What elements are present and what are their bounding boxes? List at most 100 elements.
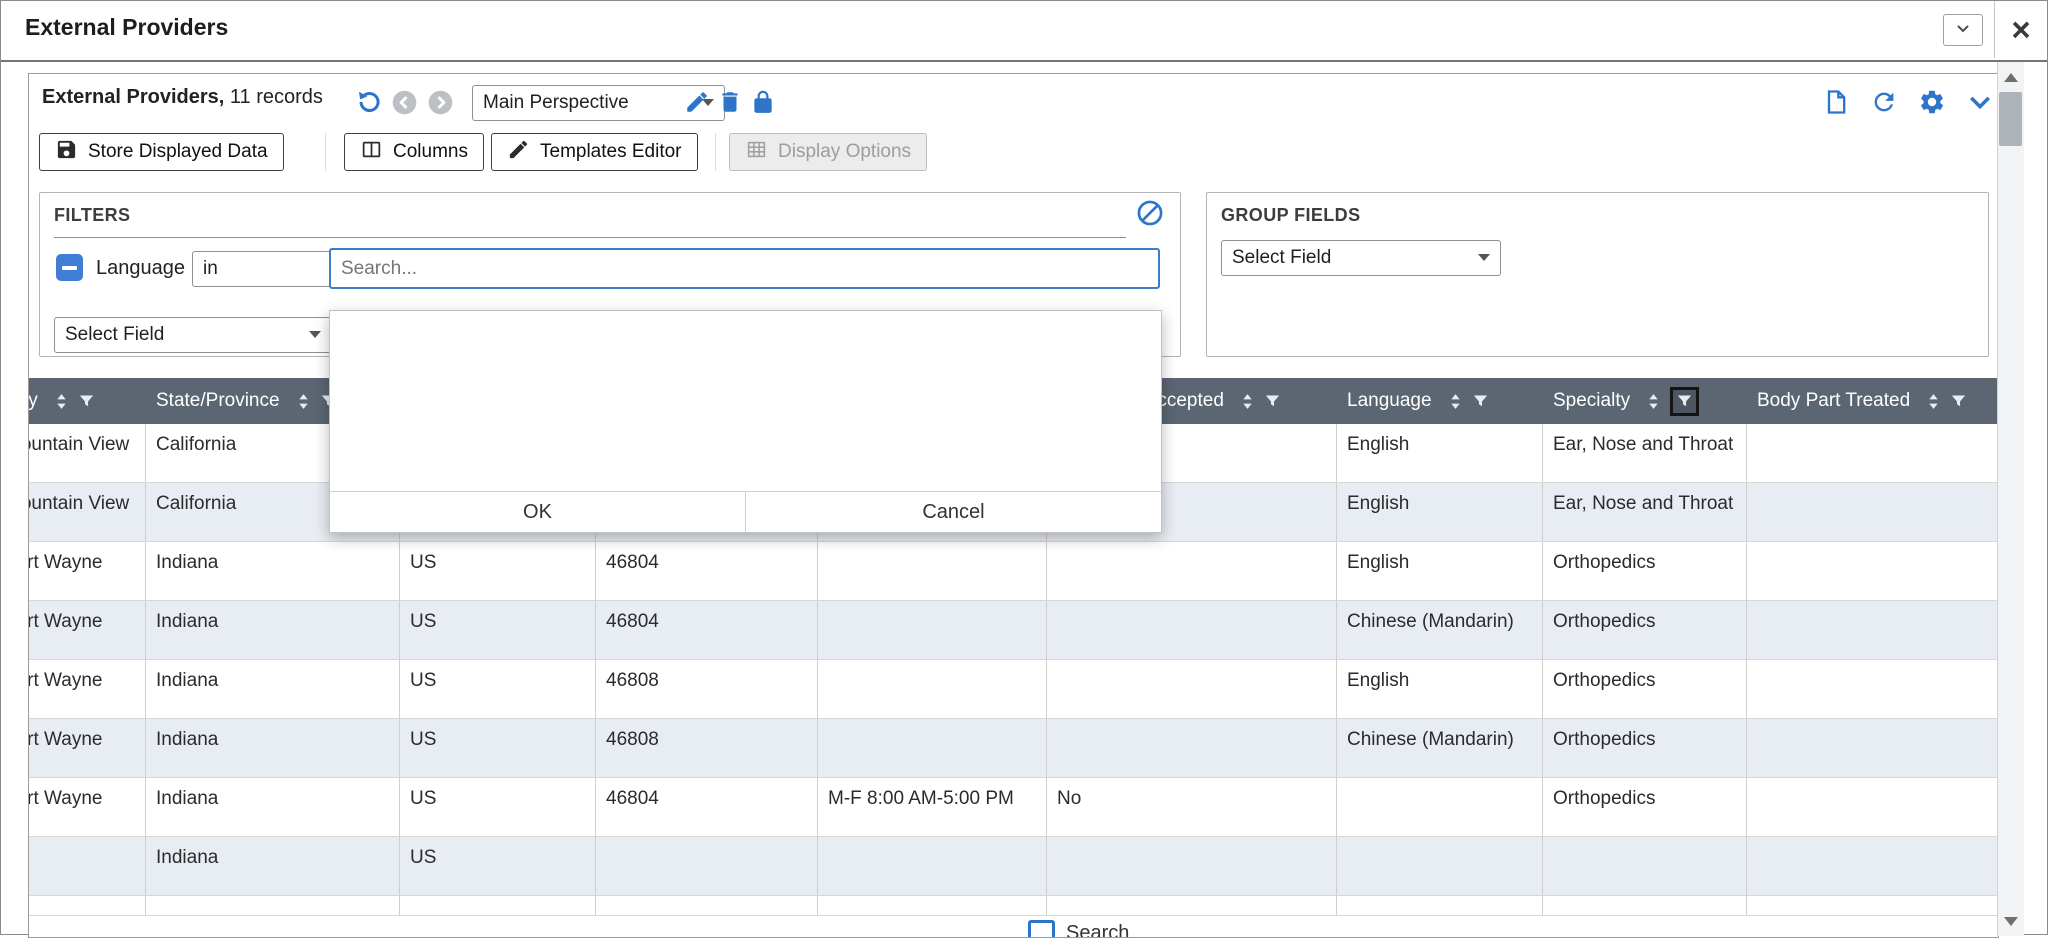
filter-add-field-value: Select Field bbox=[65, 324, 164, 346]
table-row[interactable]: Fort WayneIndianaUS46808Chinese (Mandari… bbox=[29, 719, 1998, 778]
column-header-icons bbox=[1238, 392, 1281, 411]
column-header-label: Language bbox=[1347, 390, 1432, 412]
table-cell bbox=[400, 896, 596, 915]
table-cell bbox=[1047, 896, 1337, 915]
scroll-down-button[interactable] bbox=[1998, 908, 2024, 934]
footer-search-label: Search bbox=[1066, 922, 1129, 938]
scrollbar-thumb[interactable] bbox=[1999, 92, 2022, 146]
table-cell bbox=[818, 719, 1047, 777]
column-header-city[interactable]: City bbox=[29, 378, 146, 424]
table-cell bbox=[29, 837, 146, 895]
column-header-specialty[interactable]: Specialty bbox=[1543, 378, 1747, 424]
table-cell: English bbox=[1337, 660, 1543, 718]
table-cell bbox=[29, 896, 146, 915]
table-cell: Orthopedics bbox=[1543, 542, 1747, 600]
column-header-icons bbox=[52, 392, 95, 411]
filter-icon[interactable] bbox=[1676, 393, 1693, 410]
gear-icon[interactable] bbox=[1918, 88, 1946, 116]
nav-back-icon[interactable] bbox=[391, 89, 418, 116]
lock-icon[interactable] bbox=[750, 89, 776, 115]
filter-icon[interactable] bbox=[1950, 393, 1967, 410]
table-cell: Indiana bbox=[146, 719, 400, 777]
filter-popup-options bbox=[330, 311, 1161, 491]
filter-add-field-select[interactable]: Select Field bbox=[54, 317, 332, 353]
table-cell: Ear, Nose and Throat bbox=[1543, 483, 1747, 541]
titlebar: External Providers × bbox=[1, 1, 2047, 62]
column-header-body-part-treated[interactable]: Body Part Treated bbox=[1747, 378, 1998, 424]
table-cell: 46804 bbox=[596, 542, 818, 600]
column-header-language[interactable]: Language bbox=[1337, 378, 1543, 424]
table-cell: Fort Wayne bbox=[29, 778, 146, 836]
record-count-title: External Providers, bbox=[42, 86, 224, 108]
group-fields-title: GROUP FIELDS bbox=[1221, 205, 1360, 226]
clear-filters-icon[interactable] bbox=[1136, 199, 1164, 227]
column-header-label: Body Part Treated bbox=[1757, 390, 1910, 412]
table-cell: English bbox=[1337, 542, 1543, 600]
table-row[interactable]: Fort WayneIndianaUS46808EnglishOrthopedi… bbox=[29, 660, 1998, 719]
table-cell: Orthopedics bbox=[1543, 601, 1747, 659]
table-cell bbox=[818, 601, 1047, 659]
group-field-select[interactable]: Select Field bbox=[1221, 240, 1501, 276]
table-cell bbox=[818, 837, 1047, 895]
table-row[interactable] bbox=[29, 896, 1998, 916]
sort-icon[interactable] bbox=[294, 392, 313, 411]
sort-icon[interactable] bbox=[52, 392, 71, 411]
refresh-icon[interactable] bbox=[1870, 88, 1898, 116]
close-button[interactable]: × bbox=[1994, 1, 2047, 58]
table-cell bbox=[1747, 542, 1998, 600]
cancel-button[interactable]: Cancel bbox=[746, 492, 1161, 532]
filter-icon[interactable] bbox=[1472, 393, 1489, 410]
delete-trash-icon[interactable] bbox=[717, 89, 743, 115]
table-row[interactable]: IndianaUS bbox=[29, 837, 1998, 896]
chevron-down-icon[interactable] bbox=[1966, 88, 1994, 116]
edit-pencil-icon[interactable] bbox=[684, 89, 710, 115]
vertical-scrollbar[interactable] bbox=[1997, 62, 2024, 936]
sort-icon[interactable] bbox=[1644, 392, 1663, 411]
perspective-select-value: Main Perspective bbox=[483, 92, 629, 114]
table-cell bbox=[146, 896, 400, 915]
table-cell bbox=[1337, 778, 1543, 836]
table-cell: Orthopedics bbox=[1543, 719, 1747, 777]
new-document-icon[interactable] bbox=[1822, 88, 1850, 116]
scroll-up-button[interactable] bbox=[1998, 64, 2024, 90]
table-cell: US bbox=[400, 719, 596, 777]
filter-icon-focus-ring[interactable] bbox=[1670, 387, 1699, 416]
table-cell bbox=[1747, 601, 1998, 659]
display-options-label: Display Options bbox=[778, 141, 911, 163]
undo-icon[interactable] bbox=[355, 88, 383, 116]
filter-icon[interactable] bbox=[78, 393, 95, 410]
filter-row-checkbox-icon[interactable] bbox=[56, 254, 83, 281]
table-cell: Indiana bbox=[146, 778, 400, 836]
filter-icon[interactable] bbox=[1264, 393, 1281, 410]
table-row[interactable]: Fort WayneIndianaUS46804EnglishOrthopedi… bbox=[29, 542, 1998, 601]
ok-button[interactable]: OK bbox=[330, 492, 746, 532]
footer-search[interactable]: Search bbox=[1028, 920, 1129, 938]
toolbar-divider bbox=[325, 133, 326, 171]
table-row[interactable]: Fort WayneIndianaUS46804M-F 8:00 AM-5:00… bbox=[29, 778, 1998, 837]
column-header-label: City bbox=[29, 390, 38, 412]
table-cell bbox=[1047, 542, 1337, 600]
table-cell bbox=[596, 837, 818, 895]
store-displayed-data-button[interactable]: Store Displayed Data bbox=[39, 133, 284, 171]
nav-forward-icon[interactable] bbox=[427, 89, 454, 116]
table-cell: US bbox=[400, 601, 596, 659]
filter-operator-value: in bbox=[203, 258, 218, 280]
table-cell bbox=[818, 542, 1047, 600]
table-cell: Indiana bbox=[146, 660, 400, 718]
table-cell: 46804 bbox=[596, 601, 818, 659]
table-cell bbox=[1747, 660, 1998, 718]
titlebar-dropdown-button[interactable] bbox=[1943, 14, 1983, 46]
table-cell: 46804 bbox=[596, 778, 818, 836]
table-cell bbox=[596, 896, 818, 915]
filter-search-input[interactable] bbox=[329, 248, 1160, 289]
table-cell: Mountain View bbox=[29, 424, 146, 482]
filters-title: FILTERS bbox=[54, 205, 130, 226]
sort-icon[interactable] bbox=[1924, 392, 1943, 411]
sort-icon[interactable] bbox=[1238, 392, 1257, 411]
chevron-down-icon bbox=[1953, 18, 1973, 43]
columns-button[interactable]: Columns bbox=[344, 133, 484, 171]
table-row[interactable]: Fort WayneIndianaUS46804Chinese (Mandari… bbox=[29, 601, 1998, 660]
table-cell: 46808 bbox=[596, 660, 818, 718]
sort-icon[interactable] bbox=[1446, 392, 1465, 411]
templates-editor-button[interactable]: Templates Editor bbox=[491, 133, 698, 171]
